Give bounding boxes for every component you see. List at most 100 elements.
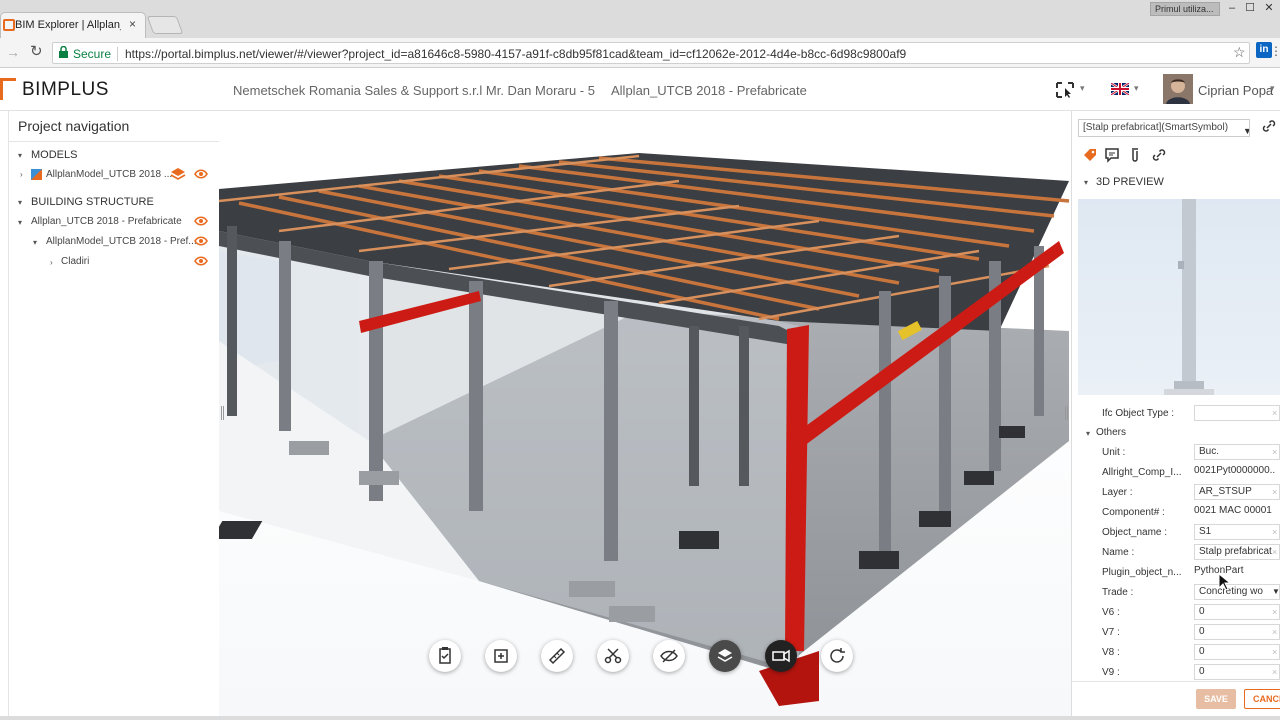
- collapse-arrow-icon[interactable]: ▾: [1086, 429, 1090, 438]
- clear-icon[interactable]: ×: [1272, 627, 1277, 637]
- bookmark-star-icon[interactable]: ☆: [1233, 44, 1246, 61]
- unlink-icon[interactable]: [1262, 119, 1276, 133]
- hide-button[interactable]: [653, 640, 685, 672]
- clipboard-button[interactable]: [429, 640, 461, 672]
- collapse-arrow-icon[interactable]: ▾: [33, 238, 37, 247]
- collapse-arrow-icon[interactable]: ▾: [1084, 178, 1088, 187]
- collapse-arrow-icon[interactable]: ▾: [18, 218, 22, 227]
- building-model-render[interactable]: [219, 111, 1071, 720]
- layers-icon[interactable]: [170, 167, 186, 181]
- link-icon[interactable]: [1151, 147, 1167, 163]
- property-label: V6 :: [1102, 607, 1120, 618]
- visibility-eye-icon[interactable]: [194, 256, 208, 266]
- browser-menu-icon[interactable]: ⋮: [1270, 44, 1280, 58]
- uk-flag-icon[interactable]: [1111, 83, 1129, 95]
- 3d-preview[interactable]: [1078, 199, 1280, 395]
- tab-close-icon[interactable]: ×: [129, 17, 136, 31]
- tree-item-project[interactable]: Allplan_UTCB 2018 - Prefabricate: [31, 216, 182, 227]
- tag-icon[interactable]: [1082, 147, 1098, 163]
- selected-object: [Stalp prefabricat](SmartSymbol): [1083, 122, 1229, 133]
- property-value-input[interactable]: 0: [1194, 644, 1280, 660]
- camera-button[interactable]: [765, 640, 797, 672]
- clear-icon[interactable]: ×: [1272, 487, 1277, 497]
- expand-arrow-icon[interactable]: ›: [50, 258, 53, 267]
- tree-item-model[interactable]: AllplanModel_UTCB 2018 - Pref...: [46, 236, 197, 247]
- ifc-object-type-input[interactable]: [1194, 405, 1280, 421]
- chevron-down-icon[interactable]: ▾: [1270, 83, 1275, 94]
- user-name[interactable]: Ciprian Popa: [1198, 83, 1273, 98]
- cancel-button[interactable]: CANCEL: [1244, 689, 1280, 709]
- panel-title: Project navigation: [18, 118, 130, 134]
- clear-icon[interactable]: ×: [1272, 447, 1277, 457]
- right-splitter-handle[interactable]: [1065, 406, 1068, 420]
- clear-icon[interactable]: ×: [1272, 547, 1277, 557]
- left-splitter-handle[interactable]: [221, 406, 224, 420]
- team-name[interactable]: Nemetschek Romania Sales & Support s.r.l…: [233, 83, 595, 98]
- rotate-button[interactable]: [821, 640, 853, 672]
- model-item[interactable]: AllplanModel_UTCB 2018 ...: [46, 169, 172, 180]
- window-maximize-button[interactable]: ☐: [1240, 0, 1260, 16]
- layers-button[interactable]: [709, 640, 741, 672]
- clear-icon[interactable]: ×: [1272, 667, 1277, 677]
- collapse-arrow-icon[interactable]: ▾: [18, 198, 22, 207]
- chevron-down-icon[interactable]: ▾: [1134, 83, 1139, 94]
- property-value-input[interactable]: S1: [1194, 524, 1280, 540]
- measure-button[interactable]: [541, 640, 573, 672]
- visibility-eye-icon[interactable]: [194, 236, 208, 246]
- building-structure-section-header[interactable]: BUILDING STRUCTURE: [31, 196, 154, 208]
- property-value-input[interactable]: 0: [1194, 664, 1280, 680]
- expand-arrow-icon[interactable]: ›: [20, 170, 23, 179]
- browser-tab[interactable]: BIM Explorer | Allplan_UTCB ×: [0, 12, 146, 38]
- save-button[interactable]: SAVE: [1196, 689, 1236, 709]
- forward-icon[interactable]: →: [6, 44, 20, 60]
- property-label: V7 :: [1102, 627, 1120, 638]
- url-field[interactable]: Secure https://portal.bimplus.net/viewer…: [52, 42, 1250, 64]
- others-group-header[interactable]: Others: [1096, 427, 1126, 438]
- property-label: Unit :: [1102, 447, 1126, 458]
- camera-icon: [772, 649, 790, 663]
- comment-icon[interactable]: [1104, 147, 1120, 163]
- browser-profile-chip[interactable]: Primul utiliza...: [1150, 2, 1220, 16]
- app-logo-text[interactable]: BIMPLUS: [22, 79, 109, 101]
- model-icon: [31, 169, 42, 180]
- property-value-input[interactable]: AR_STSUP: [1194, 484, 1280, 500]
- property-value-input[interactable]: 0: [1194, 624, 1280, 640]
- section-button[interactable]: [597, 640, 629, 672]
- object-selector-dropdown[interactable]: [Stalp prefabricat](SmartSymbol) ▼: [1078, 119, 1250, 137]
- clear-icon[interactable]: ×: [1272, 527, 1277, 537]
- chevron-down-icon[interactable]: ▾: [1080, 83, 1085, 94]
- tree-item-cladiri[interactable]: Cladiri: [61, 256, 89, 267]
- 3d-preview-header[interactable]: 3D PREVIEW: [1096, 176, 1164, 188]
- url-text[interactable]: https://portal.bimplus.net/viewer/#/view…: [125, 47, 906, 61]
- property-value-input[interactable]: Stalp prefabricat: [1194, 544, 1280, 560]
- visibility-eye-icon[interactable]: [194, 169, 208, 179]
- clipboard-icon: [439, 647, 451, 664]
- trade-select[interactable]: Concreting wo: [1194, 584, 1280, 600]
- clear-icon[interactable]: ×: [1272, 607, 1277, 617]
- project-name[interactable]: Allplan_UTCB 2018 - Prefabricate: [611, 83, 807, 98]
- property-value: 0021 MAC 00001: [1194, 505, 1272, 516]
- property-value-input[interactable]: Buc.: [1194, 444, 1280, 460]
- chevron-down-icon: ▼: [1243, 123, 1249, 136]
- new-tab-button[interactable]: [146, 16, 184, 34]
- window-close-button[interactable]: ✕: [1259, 0, 1279, 16]
- avatar[interactable]: [1163, 74, 1193, 104]
- preview-column-render: [1164, 199, 1214, 395]
- collapse-arrow-icon[interactable]: ▾: [18, 151, 22, 160]
- crop-button[interactable]: [485, 640, 517, 672]
- chevron-down-icon[interactable]: ▼: [1272, 587, 1280, 596]
- visibility-eye-icon[interactable]: [194, 216, 208, 226]
- crop-icon: [494, 649, 508, 663]
- attachment-icon[interactable]: [1127, 147, 1143, 163]
- window-minimize-button[interactable]: –: [1222, 0, 1242, 16]
- property-label: Trade :: [1102, 587, 1134, 598]
- property-value-input[interactable]: 0: [1194, 604, 1280, 620]
- models-section-header[interactable]: MODELS: [31, 149, 77, 161]
- selection-mode-icon[interactable]: [1056, 82, 1074, 98]
- reload-icon[interactable]: ↻: [30, 42, 43, 60]
- clear-icon[interactable]: ×: [1272, 647, 1277, 657]
- clear-icon[interactable]: ×: [1272, 408, 1277, 418]
- 3d-viewport[interactable]: [219, 111, 1071, 720]
- divider: [117, 47, 118, 61]
- project-navigation-panel: Project navigation ▾ MODELS › AllplanMod…: [0, 111, 219, 720]
